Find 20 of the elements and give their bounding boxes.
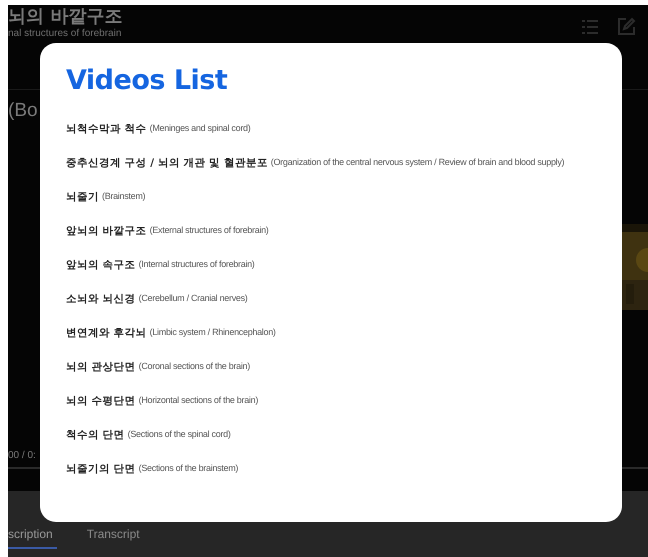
video-list-item[interactable]: 뇌척수막과 척수 (Meninges and spinal cord) [66, 122, 622, 156]
video-list-item[interactable]: 앞뇌의 속구조 (Internal structures of forebrain) [66, 258, 622, 292]
video-list-item[interactable]: 척수의 단면 (Sections of the spinal cord) [66, 428, 622, 462]
video-list-item[interactable]: 뇌줄기 (Brainstem) [66, 190, 622, 224]
tab[interactable]: scription [8, 525, 57, 549]
list-icon[interactable] [580, 17, 600, 37]
time-display: 00 / 0: [8, 450, 36, 461]
page-title: 뇌의 바깥구조 [8, 6, 122, 27]
tab[interactable]: Transcript [86, 525, 144, 549]
modal-title: Videos List [66, 65, 228, 96]
video-list-item[interactable]: 뇌의 수평단면 (Horizontal sections of the brain) [66, 394, 622, 428]
video-list-item[interactable]: 앞뇌의 바깥구조 (External structures of forebrain) [66, 224, 622, 258]
video-list-item[interactable]: 뇌줄기의 단면 (Sections of the brainstem) [66, 462, 622, 496]
video-list-item[interactable]: 중추신경계 구성 / 뇌의 개관 및 혈관분포 (Organization of the central nervous system / Review of brain and blood supply) [66, 156, 622, 190]
video-list-item[interactable]: 뇌의 관상단면 (Coronal sections of the brain) [66, 360, 622, 394]
page-subtitle: nal structures of forebrain [8, 28, 122, 40]
video-list-item[interactable]: 변연계와 후각뇌 (Limbic system / Rhinencephalon) [66, 326, 622, 360]
video-list-item[interactable]: 소뇌와 뇌신경 (Cerebellum / Cranial nerves) [66, 292, 622, 326]
edit-icon[interactable] [616, 17, 636, 37]
video-caption: (Bo [8, 100, 38, 122]
